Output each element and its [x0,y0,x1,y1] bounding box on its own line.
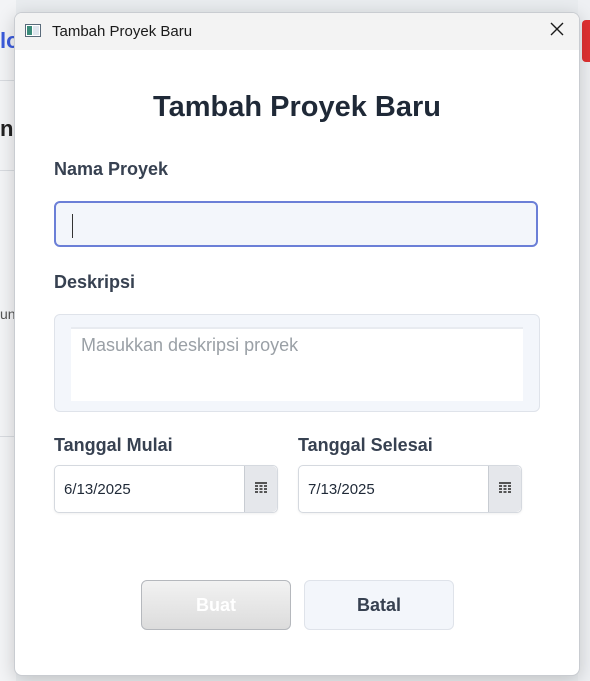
description-placeholder: Masukkan deskripsi proyek [81,335,299,355]
window-title: Tambah Proyek Baru [52,23,193,40]
end-date-picker[interactable]: 7/13/2025 [298,465,522,513]
description-label: Deskripsi [54,272,136,292]
end-date-label: Tanggal Selesai [298,435,433,455]
start-date-label: Tanggal Mulai [54,435,173,455]
description-container: Masukkan deskripsi proyek [54,314,540,412]
dialog-heading: Tambah Proyek Baru [153,91,441,123]
close-icon [550,22,564,41]
project-name-label: Nama Proyek [54,159,169,179]
text-caret [72,214,73,238]
calendar-icon [255,480,267,498]
new-project-dialog: Tambah Proyek Baru Tambah Proyek Baru Na… [14,12,580,676]
create-button[interactable]: Buat [141,580,291,630]
end-date-calendar-button[interactable] [488,466,521,512]
background-danger-button [582,20,590,62]
start-date-picker[interactable]: 6/13/2025 [54,465,278,513]
cancel-button[interactable]: Batal [304,580,454,630]
start-date-value: 6/13/2025 [64,481,131,498]
calendar-icon [499,480,511,498]
end-date-value: 7/13/2025 [308,481,375,498]
project-name-input[interactable] [54,201,538,247]
close-button[interactable] [535,13,579,50]
title-bar: Tambah Proyek Baru [15,13,579,50]
start-date-calendar-button[interactable] [244,466,277,512]
window-app-icon [25,24,41,37]
description-textarea[interactable]: Masukkan deskripsi proyek [71,327,523,401]
